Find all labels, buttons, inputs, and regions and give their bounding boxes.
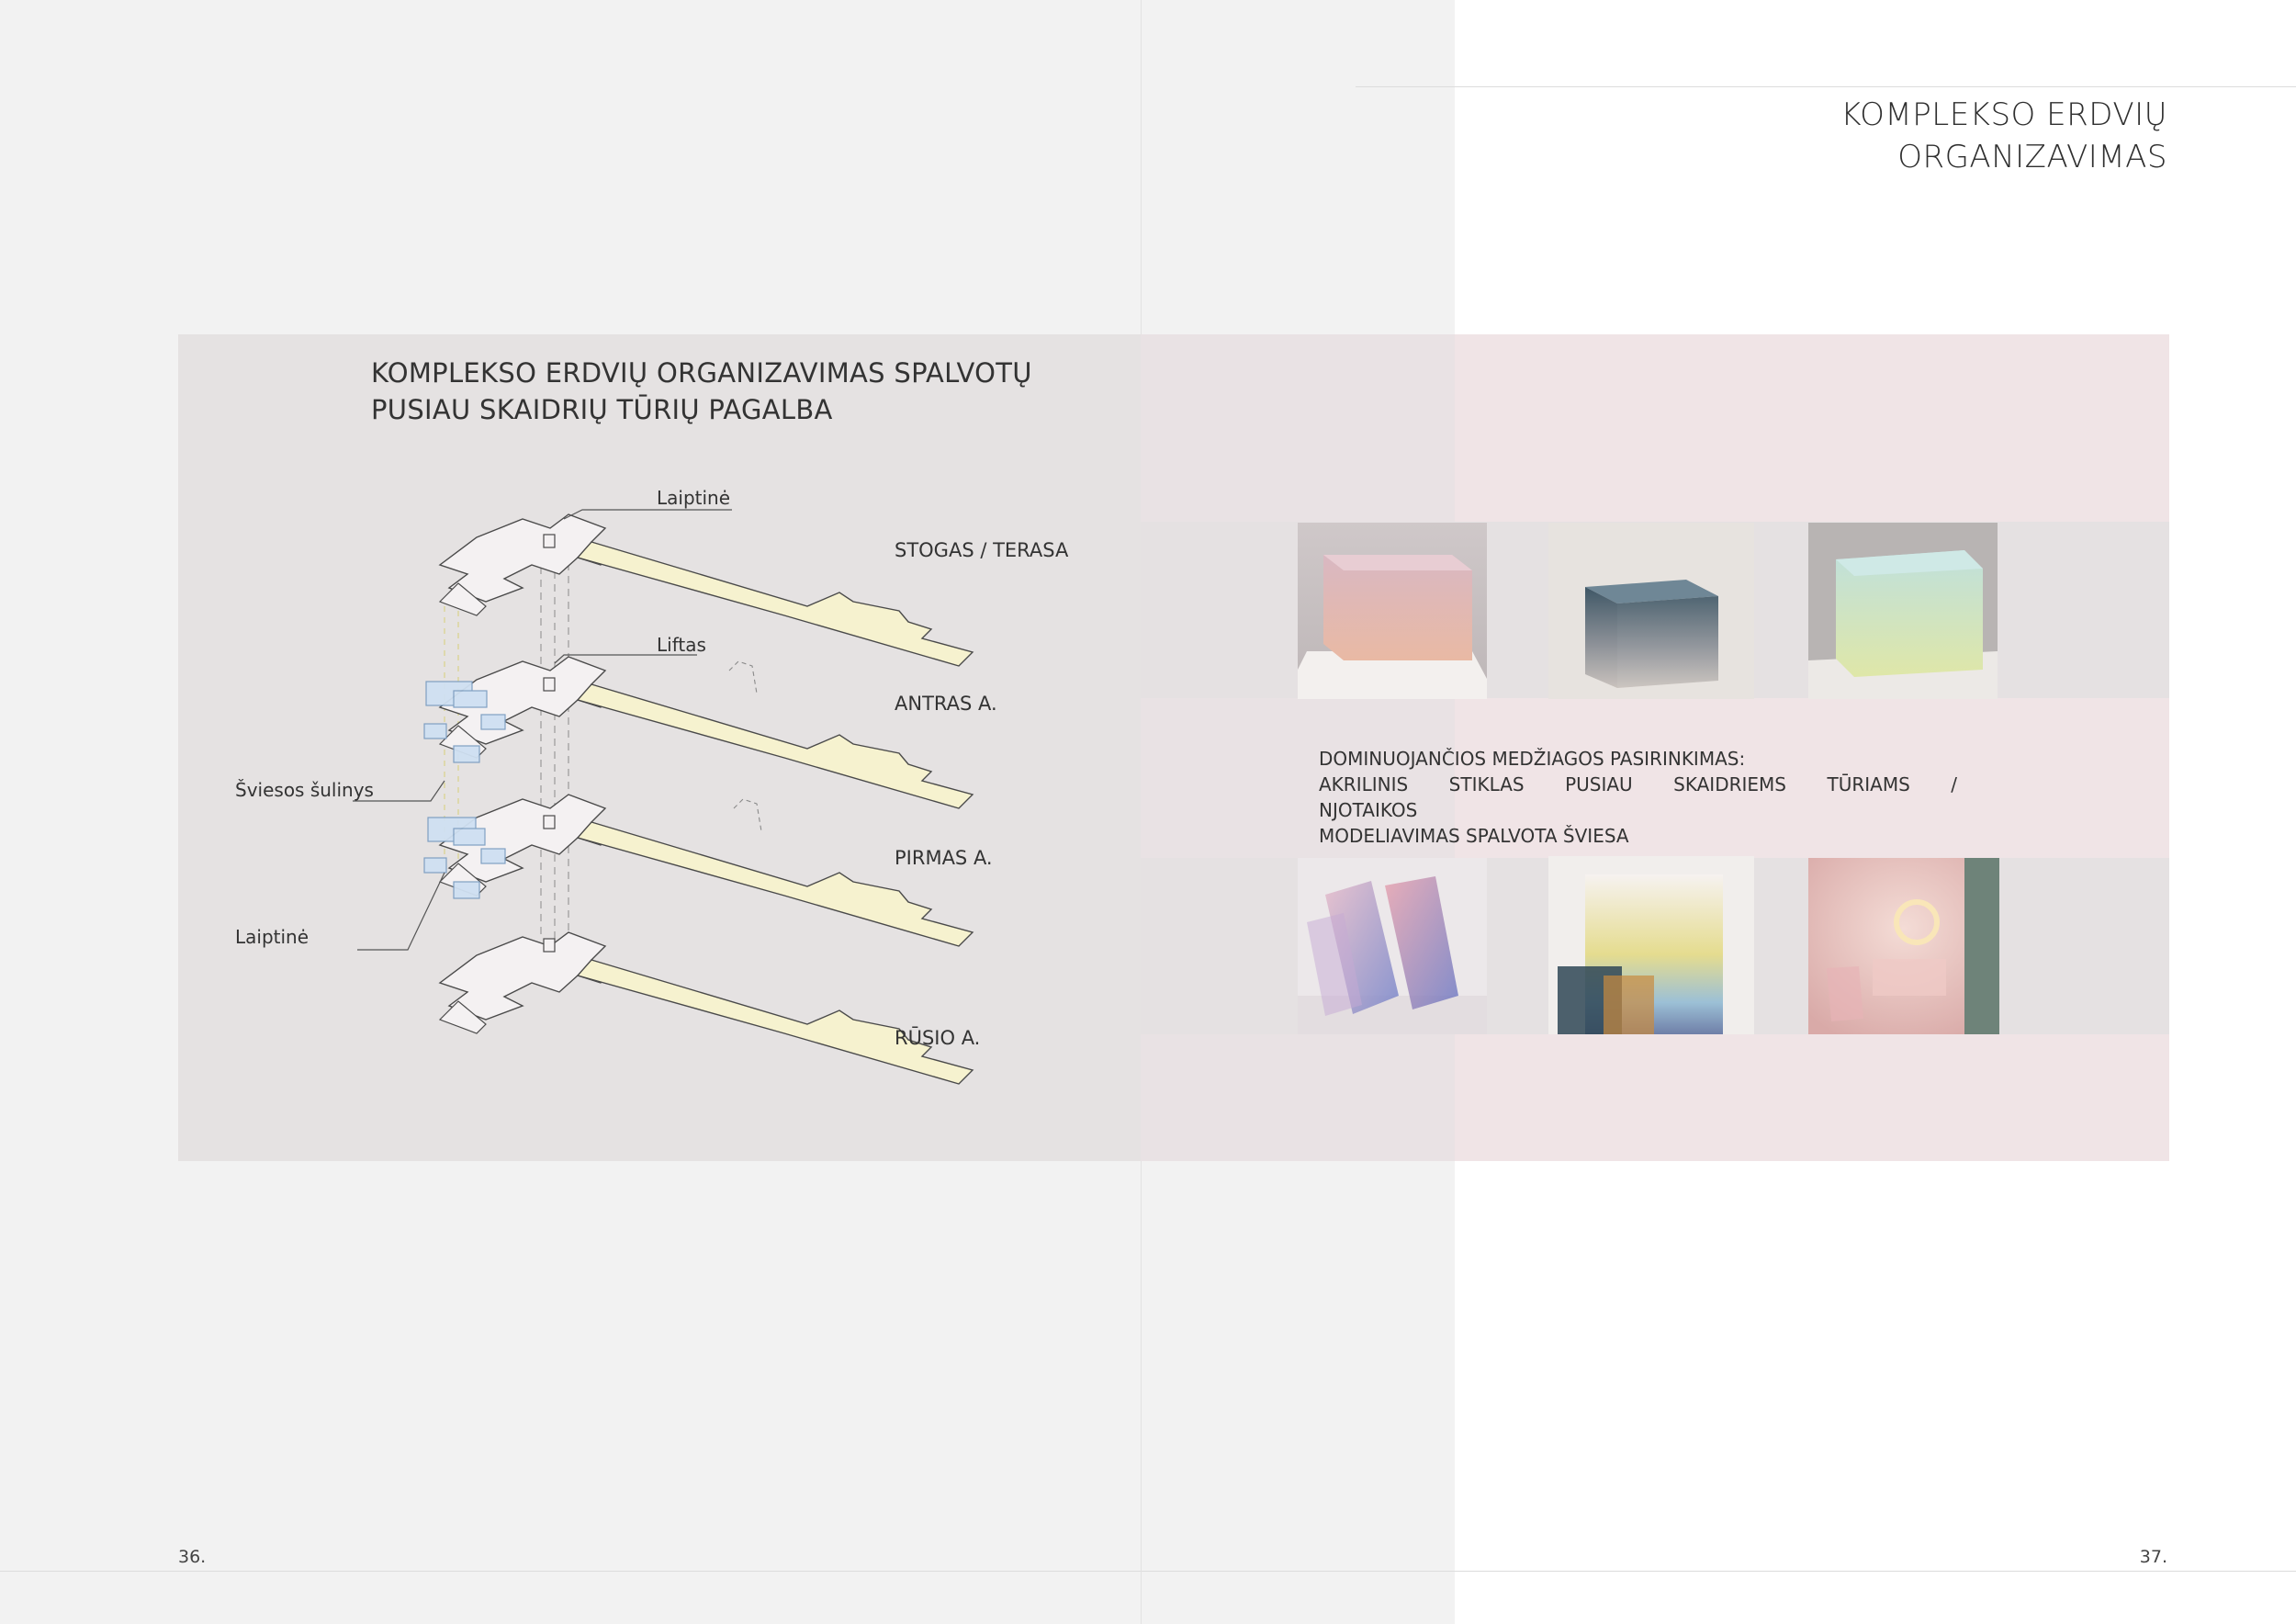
- photo-pink-acrylic-cube: [1298, 523, 1487, 699]
- floor-second: [439, 656, 974, 809]
- elevator-markers: [543, 534, 556, 953]
- page-title: KOMPLEKSO ERDVIŲ ORGANIZAVIMAS: [1840, 94, 2167, 178]
- page-number-left: 36.: [178, 1547, 207, 1567]
- callout-stair-bottom: Laiptinė: [235, 926, 310, 948]
- material-line-2: AKRILINIS STIKLAS PUSIAU SKAIDRIEMS TŪRI…: [1319, 773, 1957, 821]
- floor-first: [439, 794, 974, 947]
- floor-basement: [439, 931, 974, 1085]
- callout-light-well: Šviesos šulinys: [235, 779, 374, 801]
- material-heading: DOMINUOJANČIOS MEDŽIAGOS PASIRINKIMAS:: [1319, 748, 1746, 770]
- core-guides: [540, 527, 569, 946]
- floor-label-roof: STOGAS / TERASA: [895, 539, 1069, 561]
- callout-elevator: Liftas: [657, 634, 706, 656]
- floor-label-first: PIRMAS A.: [895, 847, 993, 869]
- photo-gradient-glass-wall: [1548, 856, 1754, 1034]
- photo-blue-grey-cube: [1548, 523, 1754, 699]
- callout-stair-top: Laiptinė: [657, 487, 731, 509]
- page-title-line-2: ORGANIZAVIMAS: [1897, 139, 2167, 175]
- floor-roof: [439, 513, 974, 667]
- top-rule: [1356, 86, 2296, 87]
- floor-label-basement: RŪSIO A.: [895, 1027, 981, 1049]
- page-title-line-1: KOMPLEKSO ERDVIŲ: [1840, 96, 2167, 133]
- material-selection-text: DOMINUOJANČIOS MEDŽIAGOS PASIRINKIMAS: A…: [1319, 746, 1957, 849]
- photo-pink-interior: [1808, 858, 1999, 1034]
- diagram-title-line-2: PUSIAU SKAIDRIŲ TŪRIŲ PAGALBA: [371, 394, 833, 425]
- photo-green-acrylic-cube: [1808, 523, 1998, 699]
- page-number-right: 37.: [2139, 1547, 2167, 1567]
- diagram-title-line-1: KOMPLEKSO ERDVIŲ ORGANIZAVIMAS SPALVOTŲ: [371, 357, 1032, 389]
- material-line-3: MODELIAVIMAS SPALVOTA ŠVIESA: [1319, 825, 1629, 847]
- floor-label-second: ANTRAS A.: [895, 693, 997, 715]
- photo-colored-glass-panels: [1298, 858, 1487, 1034]
- bottom-rule: [0, 1571, 2296, 1572]
- diagram-title: KOMPLEKSO ERDVIŲ ORGANIZAVIMAS SPALVOTŲ …: [371, 355, 1032, 428]
